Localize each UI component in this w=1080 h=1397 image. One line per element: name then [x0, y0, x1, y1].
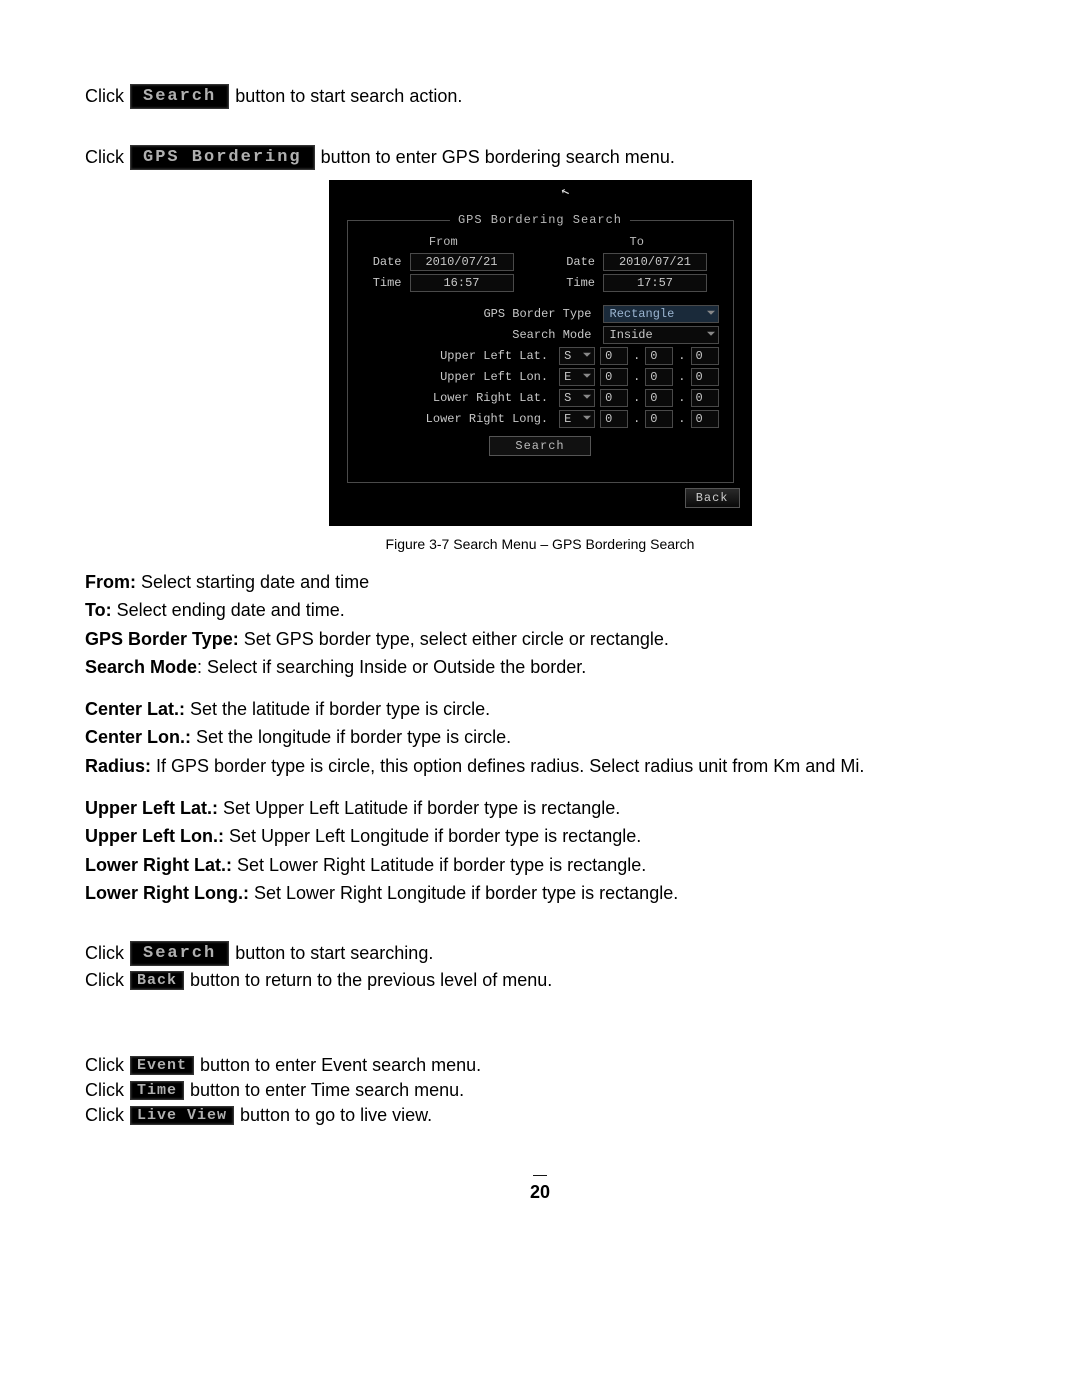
gps-border-type-dropdown[interactable]: Rectangle	[603, 305, 719, 323]
label: GPS Border Type	[362, 307, 598, 321]
coord-field[interactable]: 0	[600, 410, 628, 428]
ns-dropdown[interactable]: S	[559, 389, 595, 407]
label: Upper Left Lat.	[362, 349, 555, 363]
definition-line: GPS Border Type: Set GPS border type, se…	[85, 627, 995, 651]
text: button to go to live view.	[240, 1105, 432, 1126]
coord-field[interactable]: 0	[645, 389, 673, 407]
coord-field[interactable]: 0	[691, 368, 719, 386]
text: Click	[85, 1080, 124, 1101]
back-button[interactable]: Back	[130, 971, 184, 990]
instruction-line: Click Search button to start search acti…	[85, 84, 995, 109]
search-button[interactable]: Search	[130, 84, 229, 109]
label: Lower Right Long.	[362, 412, 555, 426]
search-button[interactable]: Search	[130, 941, 229, 966]
document-page: Click Search button to start search acti…	[0, 0, 1080, 1243]
coord-field[interactable]: 0	[645, 347, 673, 365]
time-button[interactable]: Time	[130, 1081, 184, 1100]
coord-field[interactable]: 0	[691, 410, 719, 428]
instruction-line: Click Time button to enter Time search m…	[85, 1080, 995, 1101]
to-header: To	[555, 235, 719, 249]
label: Date	[555, 255, 595, 269]
definition-line: Radius: If GPS border type is circle, th…	[85, 754, 995, 778]
definition-line: Center Lon.: Set the longitude if border…	[85, 725, 995, 749]
text: button to start searching.	[235, 943, 433, 964]
text: button to enter Event search menu.	[200, 1055, 481, 1076]
text: button to start search action.	[235, 86, 462, 107]
text: Click	[85, 943, 124, 964]
dialog-panel: GPS Bordering Search From Date 2010/07/2…	[347, 220, 734, 483]
text: button to enter Time search menu.	[190, 1080, 464, 1101]
instruction-line: Click Back button to return to the previ…	[85, 970, 995, 991]
ew-dropdown[interactable]: E	[559, 410, 595, 428]
definition-line: From: Select starting date and time	[85, 570, 995, 594]
page-footer: — 20	[85, 1166, 995, 1203]
label: Upper Left Lon.	[362, 370, 555, 384]
text: Click	[85, 86, 124, 107]
label: Time	[362, 276, 402, 290]
text: button to return to the previous level o…	[190, 970, 552, 991]
definition-line: Upper Left Lon.: Set Upper Left Longitud…	[85, 824, 995, 848]
figure-caption: Figure 3-7 Search Menu – GPS Bordering S…	[85, 536, 995, 552]
instruction-line: Click Live View button to go to live vie…	[85, 1105, 995, 1126]
label: Time	[555, 276, 595, 290]
coord-field[interactable]: 0	[645, 368, 673, 386]
date-from-field[interactable]: 2010/07/21	[410, 253, 514, 271]
time-from-field[interactable]: 16:57	[410, 274, 514, 292]
coord-field[interactable]: 0	[600, 389, 628, 407]
definition-line: Search Mode: Select if searching Inside …	[85, 655, 995, 679]
instruction-line: Click Event button to enter Event search…	[85, 1055, 995, 1076]
search-mode-dropdown[interactable]: Inside	[603, 326, 719, 344]
ns-dropdown[interactable]: S	[559, 347, 595, 365]
event-button[interactable]: Event	[130, 1056, 194, 1075]
ew-dropdown[interactable]: E	[559, 368, 595, 386]
definition-line: Lower Right Long.: Set Lower Right Longi…	[85, 881, 995, 905]
definition-line: To: Select ending date and time.	[85, 598, 995, 622]
label: Search Mode	[362, 328, 598, 342]
definition-line: Lower Right Lat.: Set Lower Right Latitu…	[85, 853, 995, 877]
time-to-field[interactable]: 17:57	[603, 274, 707, 292]
text: Click	[85, 147, 124, 168]
gps-bordering-button[interactable]: GPS Bordering	[130, 145, 315, 170]
coord-field[interactable]: 0	[645, 410, 673, 428]
definition-line: Upper Left Lat.: Set Upper Left Latitude…	[85, 796, 995, 820]
coord-field[interactable]: 0	[691, 347, 719, 365]
label: Date	[362, 255, 402, 269]
gps-bordering-dialog-screenshot: ↖ GPS Bordering Search From Date 2010/07…	[329, 180, 752, 526]
coord-field[interactable]: 0	[600, 368, 628, 386]
footer-dash: —	[85, 1166, 995, 1182]
text: Click	[85, 1055, 124, 1076]
text: Click	[85, 1105, 124, 1126]
coord-field[interactable]: 0	[600, 347, 628, 365]
dialog-back-button[interactable]: Back	[685, 488, 740, 508]
live-view-button[interactable]: Live View	[130, 1106, 234, 1125]
definition-line: Center Lat.: Set the latitude if border …	[85, 697, 995, 721]
cursor-icon: ↖	[558, 182, 572, 201]
instruction-line: Click GPS Bordering button to enter GPS …	[85, 145, 995, 170]
from-header: From	[362, 235, 526, 249]
text: button to enter GPS bordering search men…	[321, 147, 675, 168]
dialog-search-button[interactable]: Search	[489, 436, 591, 456]
date-to-field[interactable]: 2010/07/21	[603, 253, 707, 271]
text: Click	[85, 970, 124, 991]
instruction-line: Click Search button to start searching.	[85, 941, 995, 966]
label: Lower Right Lat.	[362, 391, 555, 405]
dialog-title: GPS Bordering Search	[450, 213, 630, 227]
coord-field[interactable]: 0	[691, 389, 719, 407]
page-number: 20	[85, 1182, 995, 1203]
